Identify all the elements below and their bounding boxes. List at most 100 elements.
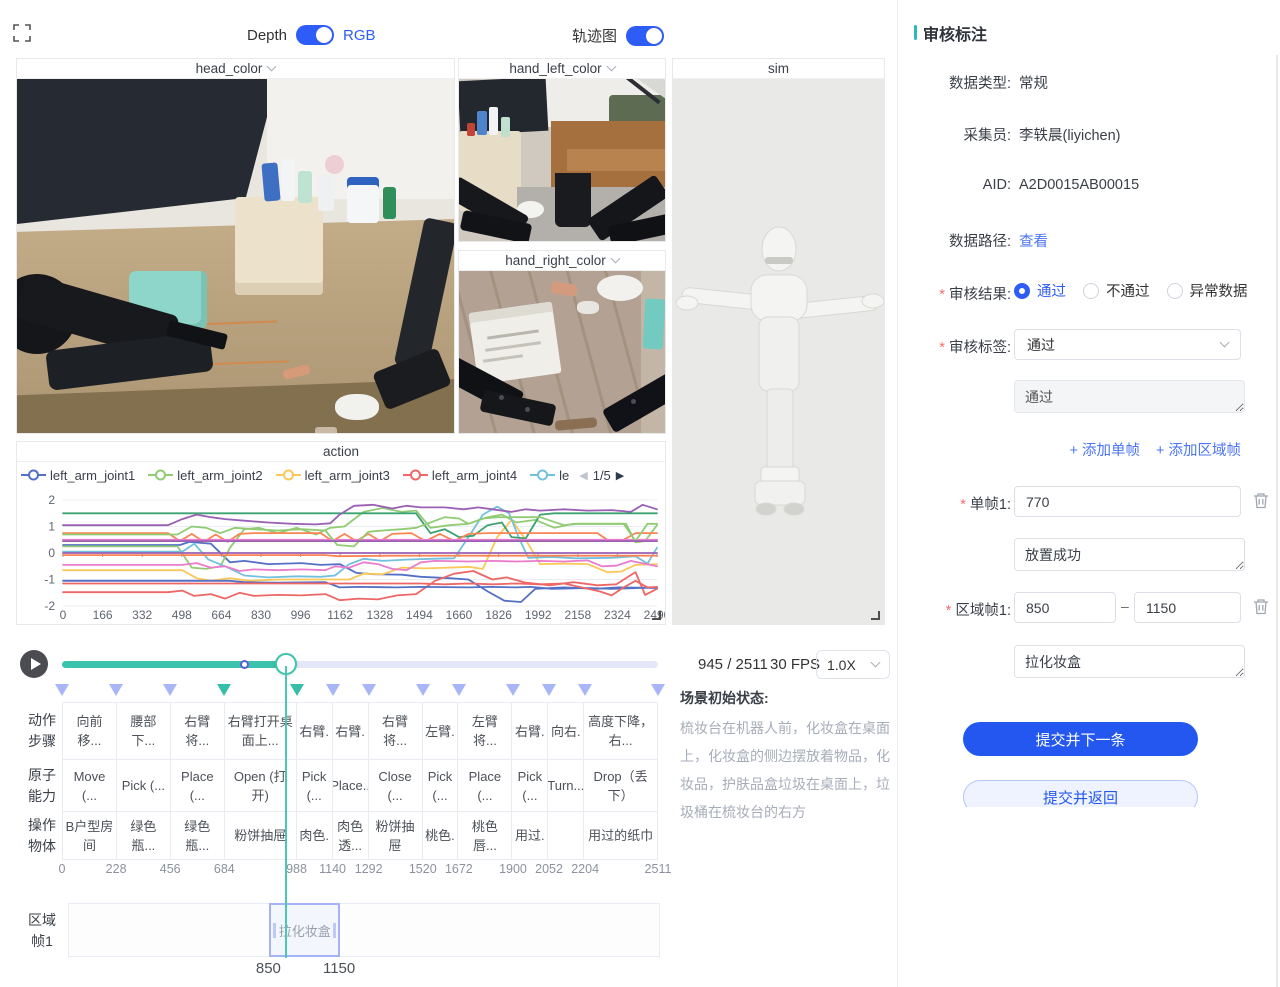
resize-handle-icon[interactable] <box>871 611 880 620</box>
region-frame-box[interactable]: 拉化妆盒 <box>269 903 340 957</box>
radio-option-不通过[interactable]: 不通过 <box>1083 280 1150 301</box>
add-single-frame-link[interactable]: + 添加单帧 <box>1070 439 1141 460</box>
data-type-label: 数据类型: <box>898 72 1011 93</box>
region-start-input[interactable] <box>1014 592 1116 623</box>
legend-next-icon[interactable]: ▶ <box>616 469 624 482</box>
step-cell: Pick (... <box>423 760 459 811</box>
step-cell: 桃色. <box>423 812 459 859</box>
step-marker-988[interactable] <box>290 684 304 696</box>
playback-slider[interactable] <box>62 661 658 668</box>
title-accent-bar <box>914 25 917 40</box>
svg-text:166: 166 <box>93 608 113 622</box>
chevron-down-icon <box>871 658 881 668</box>
svg-text:498: 498 <box>172 608 192 622</box>
svg-text:2158: 2158 <box>564 608 591 622</box>
chevron-down-icon <box>267 62 277 72</box>
review-tag-note[interactable]: 通过 <box>1014 380 1245 413</box>
radio-option-label: 异常数据 <box>1190 280 1248 301</box>
step-marker-2052[interactable] <box>542 684 556 696</box>
fps-label: 30 FPS <box>770 656 820 673</box>
legend-item-left_arm_joint1[interactable]: left_arm_joint1 <box>21 468 135 483</box>
legend-item-le[interactable]: le <box>530 468 569 483</box>
speed-select[interactable]: 1.0X <box>816 650 890 679</box>
fullscreen-icon[interactable] <box>13 24 31 42</box>
svg-text:2324: 2324 <box>604 608 631 622</box>
submit-return-button[interactable]: 提交并返回 <box>963 780 1198 807</box>
frame-axis-tick: 2204 <box>561 862 609 876</box>
step-cell: 左臂. <box>423 703 459 759</box>
review-result-radio-group: 通过不通过 异常数据 <box>1014 280 1248 301</box>
step-marker-1520[interactable] <box>416 684 430 696</box>
action-line-chart[interactable]: 210-1-2016633249866483099611621328149416… <box>17 488 665 624</box>
sim-panel: sim <box>672 58 885 625</box>
step-cell: 右臂将... <box>171 703 225 759</box>
step-marker-1900[interactable] <box>506 684 520 696</box>
single-frame-input[interactable] <box>1014 486 1241 517</box>
single-frame-label: 单帧1: <box>898 493 1011 514</box>
svg-text:1328: 1328 <box>366 608 393 622</box>
radio-option-通过[interactable]: 通过 <box>1014 280 1066 301</box>
step-marker-2204[interactable] <box>578 684 592 696</box>
delete-single-frame-icon[interactable] <box>1253 492 1269 509</box>
step-marker-0[interactable] <box>55 684 69 696</box>
toggle-knob <box>316 27 332 43</box>
step-cell: Close (... <box>369 760 423 811</box>
svg-text:2: 2 <box>48 493 55 507</box>
play-button[interactable] <box>20 650 48 678</box>
head-camera-selector[interactable]: head_color <box>17 59 454 79</box>
legend-item-left_arm_joint4[interactable]: left_arm_joint4 <box>403 468 517 483</box>
step-cell: 肉色透... <box>333 812 369 859</box>
radio-option-异常数据[interactable]: 异常数据 <box>1167 280 1248 301</box>
step-marker-2511[interactable] <box>651 684 665 696</box>
submit-next-button[interactable]: 提交并下一条 <box>963 722 1198 756</box>
trajectory-toggle[interactable] <box>626 26 664 46</box>
aid-value: A2D0015AB00015 <box>1019 177 1139 193</box>
hand-left-camera-selector[interactable]: hand_left_color <box>459 59 665 79</box>
review-tag-select[interactable]: 通过 <box>1014 329 1241 360</box>
sim-panel-title: sim <box>673 59 884 79</box>
head-camera-panel: head_color <box>16 58 455 434</box>
step-cell: Move (... <box>63 760 117 811</box>
depth-rgb-toggle[interactable] <box>296 25 334 45</box>
step-cell: B户型房间 <box>63 812 117 859</box>
chart-series-right_arm_joint6 <box>63 555 657 556</box>
sim-viewport[interactable] <box>673 79 884 624</box>
region-frame-note[interactable]: 拉化妆盒 <box>1014 645 1245 678</box>
step-cell: 粉饼抽屉 <box>369 812 423 859</box>
region-frame-track[interactable]: 拉化妆盒 <box>68 903 660 957</box>
action-chart-title: action <box>17 442 665 462</box>
hand-right-camera-selector[interactable]: hand_right_color <box>459 251 665 271</box>
step-marker-1672[interactable] <box>452 684 466 696</box>
step-marker-1140[interactable] <box>326 684 340 696</box>
data-path-view-link[interactable]: 查看 <box>1019 230 1048 251</box>
step-cell: 用过. <box>512 812 548 859</box>
frame-axis-tick: 1292 <box>345 862 393 876</box>
step-marker-456[interactable] <box>163 684 177 696</box>
trajectory-label: 轨迹图 <box>572 25 617 46</box>
region-start-label: 850 <box>246 960 290 977</box>
svg-text:-2: -2 <box>44 599 55 613</box>
region-end-input[interactable] <box>1134 592 1241 623</box>
radio-option-label: 通过 <box>1037 280 1066 301</box>
scrollbar[interactable] <box>1276 55 1278 987</box>
step-marker-1292[interactable] <box>362 684 376 696</box>
step-cell: 腰部下... <box>117 703 171 759</box>
chart-series-left_arm_joint5 <box>63 507 657 578</box>
resize-handle-icon[interactable] <box>652 611 661 620</box>
chart-legend: left_arm_joint1 left_arm_joint2 left_arm_j… <box>17 462 665 488</box>
legend-item-left_arm_joint2[interactable]: left_arm_joint2 <box>148 468 262 483</box>
step-marker-228[interactable] <box>109 684 123 696</box>
legend-item-left_arm_joint3[interactable]: left_arm_joint3 <box>276 468 390 483</box>
step-marker-684[interactable] <box>217 684 231 696</box>
step-cell: 右臂. <box>297 703 333 759</box>
add-region-frame-link[interactable]: + 添加区域帧 <box>1156 439 1241 460</box>
region-left-handle[interactable] <box>273 923 276 938</box>
single-frame-note[interactable]: 放置成功 <box>1014 538 1245 571</box>
scene-description: 梳妆台在机器人前，化妆盒在桌面上，化妆盒的侧边摆放着物品，化妆品，护肤品盒垃圾在… <box>680 714 893 826</box>
delete-region-frame-icon[interactable] <box>1253 598 1269 615</box>
legend-series-icon <box>21 469 46 481</box>
region-right-handle[interactable] <box>333 923 336 938</box>
svg-text:0: 0 <box>48 546 55 560</box>
legend-prev-icon[interactable]: ◀ <box>579 469 587 482</box>
step-row-title: 动作步骤 <box>20 710 64 752</box>
